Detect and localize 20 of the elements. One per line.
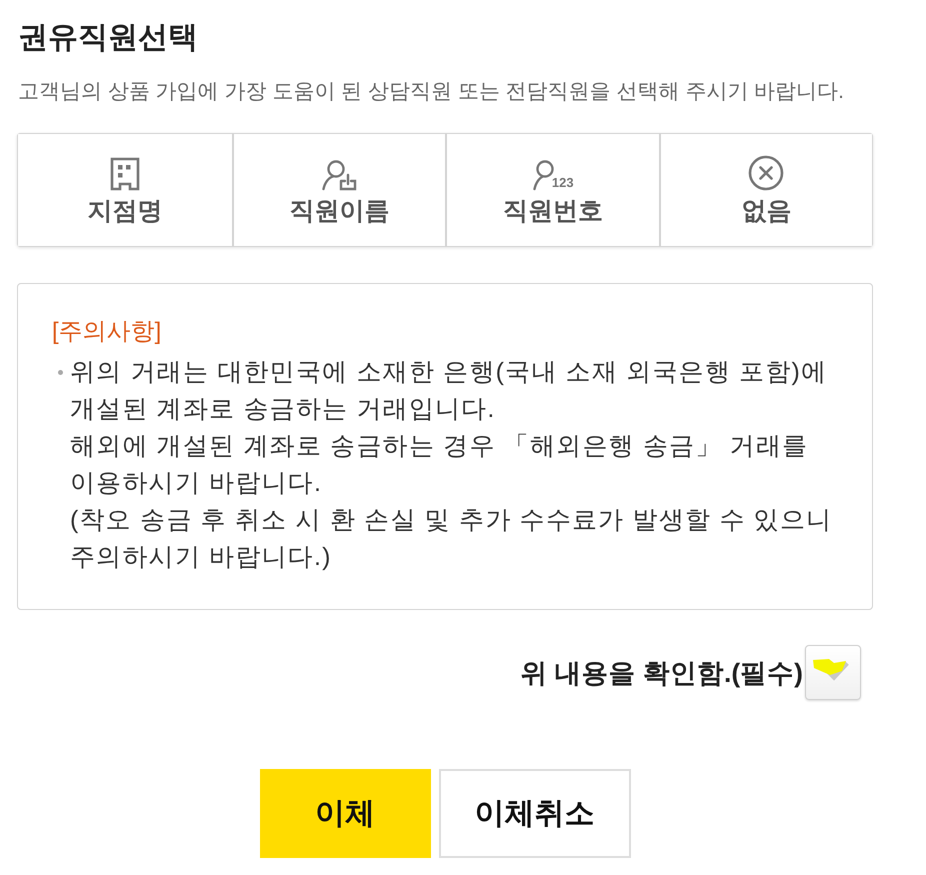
bullet-icon xyxy=(58,370,63,375)
option-tab[interactable]: 직원이름 xyxy=(232,134,445,246)
option-tab[interactable]: 지점명 xyxy=(18,134,232,246)
transfer-button[interactable]: 이체 xyxy=(260,769,430,858)
person-with-box-icon xyxy=(321,159,358,191)
confirm-label: 위 내용을 확인함.(필수) xyxy=(520,656,803,690)
icon-number-text: 123 xyxy=(552,176,574,190)
building-icon xyxy=(110,157,140,191)
notice-text: 위의 거래는 대한민국에 소재한 은행(국내 소재 외국은행 포함)에 개설된 계좌로 송금하는 거래입니다. xyxy=(70,357,828,425)
cancel-transfer-button[interactable]: 이체취소 xyxy=(438,769,630,858)
notice-text: (착오 송금 후 취소 시 환 손실 및 추가 수수료가 발생할 수 있으니 주의하시기 바랍니다.) xyxy=(70,505,834,573)
page-title: 권유직원선택 xyxy=(18,20,199,56)
person-icon xyxy=(532,159,554,191)
option-tab[interactable]: 없음 xyxy=(658,134,872,246)
option-tab[interactable]: 123 직원번호 xyxy=(445,134,658,246)
notice-heading: [주의사항] xyxy=(52,317,162,347)
description-text: 고객님의 상품 가입에 가장 도움이 된 상담직원 또는 전담직원을 선택해 주시기 바랍니다. xyxy=(18,79,846,105)
notice-text: 해외에 개설된 계좌로 송금하는 경우 「해외은행 송금」 거래를 이용하시기 바랍니다. xyxy=(70,431,810,499)
confirm-checkbox[interactable] xyxy=(805,645,861,700)
cancel-icon xyxy=(748,155,784,191)
